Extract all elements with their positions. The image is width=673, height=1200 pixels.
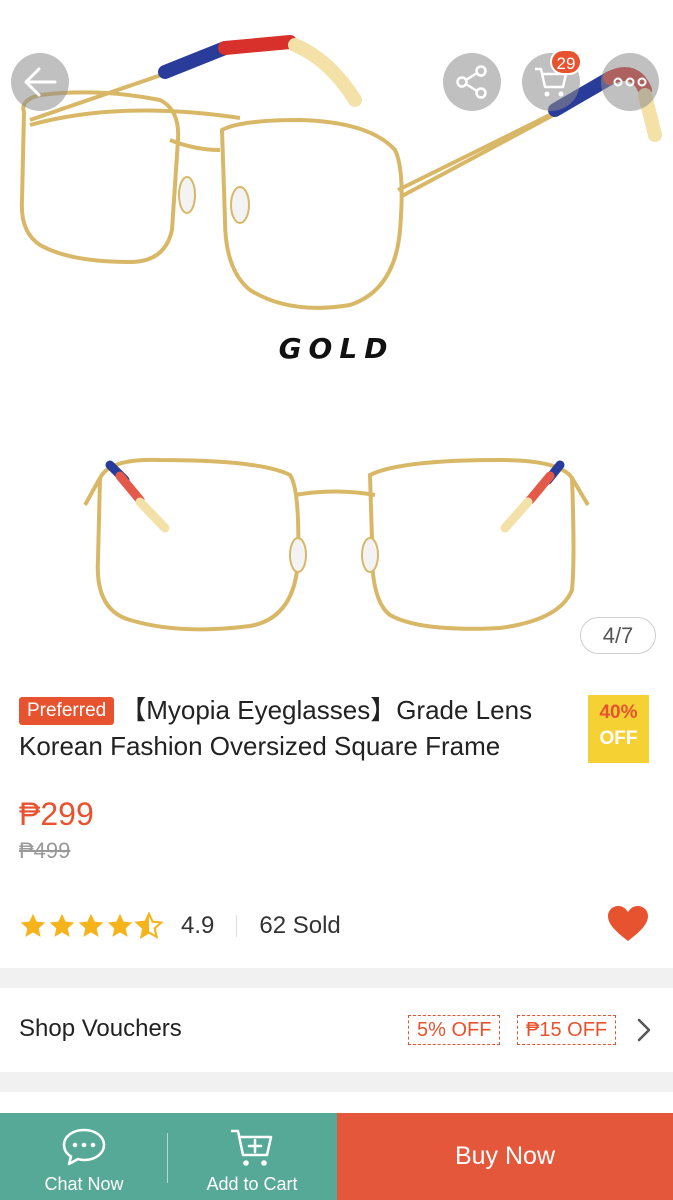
cart-count-badge: 29: [550, 49, 582, 75]
rating-stars: [19, 912, 163, 940]
star-icon: [107, 913, 133, 937]
favorite-button[interactable]: [607, 905, 649, 948]
heart-icon: [608, 906, 648, 941]
product-image-gallery[interactable]: GOLD 29 4/7: [0, 0, 673, 672]
add-to-cart-label: Add to Cart: [206, 1174, 298, 1194]
voucher-tag[interactable]: ₱15 OFF: [517, 1015, 617, 1045]
back-arrow-icon: [24, 67, 57, 97]
shop-vouchers-row[interactable]: Shop Vouchers 5% OFF ₱15 OFF: [0, 988, 673, 1070]
image-page-indicator: 4/7: [580, 617, 656, 654]
product-title-block: Preferred 【Myopia Eyeglasses】Grade Lens K…: [19, 692, 589, 764]
chat-now-button[interactable]: Chat Now: [0, 1113, 168, 1200]
discount-off-label: OFF: [599, 728, 638, 749]
chat-now-label: Chat Now: [44, 1174, 124, 1194]
sold-count: 62 Sold: [259, 912, 341, 939]
discount-percent: 40%: [599, 702, 638, 723]
rating-value: 4.9: [181, 912, 215, 939]
shop-vouchers-label: Shop Vouchers: [19, 1015, 182, 1042]
add-to-cart-button[interactable]: Add to Cart: [168, 1113, 336, 1200]
chat-icon: [62, 1128, 106, 1166]
share-icon: [456, 65, 487, 99]
section-divider: [0, 968, 673, 988]
discount-badge: 40% OFF: [588, 695, 649, 763]
add-cart-icon: [231, 1129, 273, 1166]
star-icon: [78, 913, 104, 937]
cart-button[interactable]: 29: [522, 49, 582, 111]
star-icon: [49, 913, 75, 937]
current-price: ₱299: [19, 796, 94, 832]
buy-now-button[interactable]: Buy Now: [337, 1113, 673, 1200]
chevron-right-icon: [637, 1018, 651, 1042]
preferred-badge: Preferred: [19, 697, 115, 725]
more-icon: [613, 77, 647, 87]
half-star-icon: [135, 912, 163, 939]
back-button[interactable]: [11, 53, 69, 111]
star-icon: [20, 913, 46, 937]
buy-now-label: Buy Now: [454, 1142, 556, 1170]
more-button[interactable]: [601, 53, 659, 111]
color-label: GOLD: [278, 332, 395, 365]
voucher-tag[interactable]: 5% OFF: [408, 1015, 501, 1045]
section-divider: [0, 1072, 673, 1092]
bottom-action-bar: Chat Now Add to Cart Buy Now: [0, 1113, 673, 1200]
original-price: ₱499: [19, 838, 71, 863]
divider: [236, 915, 238, 937]
share-button[interactable]: [443, 53, 501, 111]
rating-row: 4.9 62 Sold: [19, 906, 341, 946]
